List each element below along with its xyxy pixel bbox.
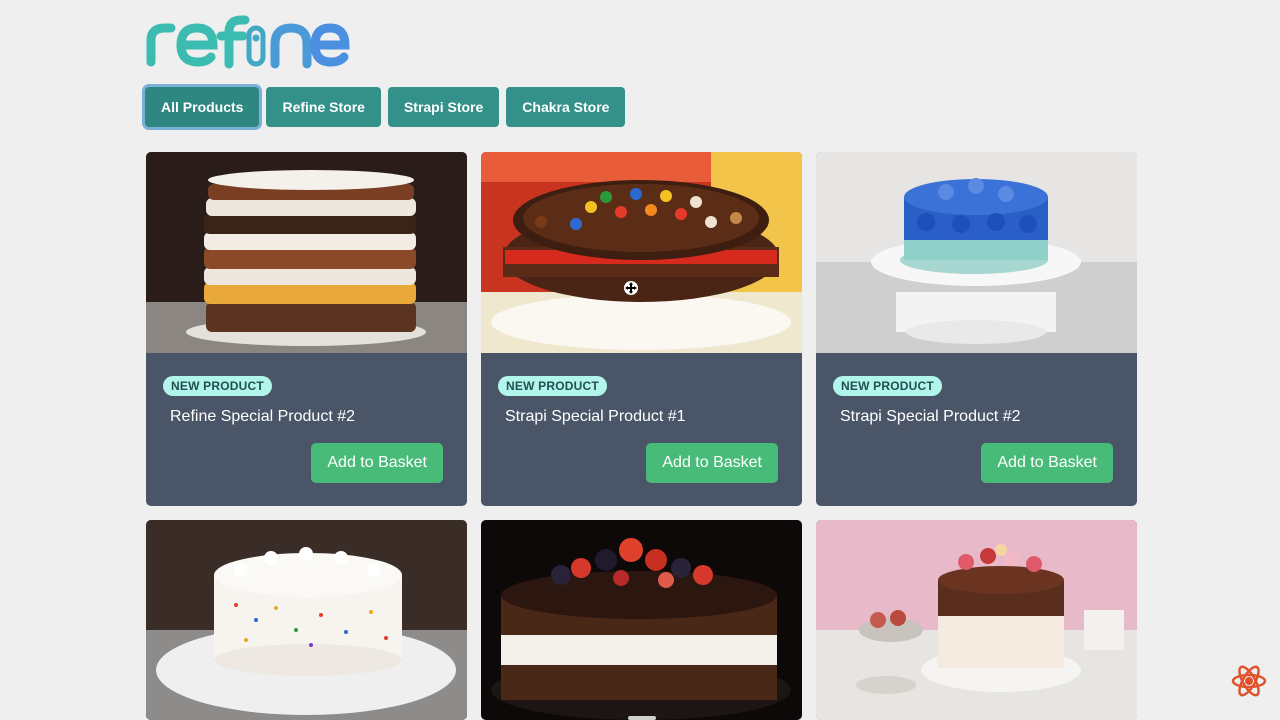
move-cursor-icon [623,280,639,301]
product-card-body: NEW PRODUCT Refine Special Product #2 Ad… [146,353,467,506]
product-card-body: NEW PRODUCT Strapi Special Product #2 Ad… [816,353,1137,506]
page: refine All Products Refine [0,0,1280,720]
product-image-pink-drip-cake[interactable] [816,520,1137,720]
add-to-basket-button[interactable]: Add to Basket [981,443,1113,483]
new-product-badge: NEW PRODUCT [498,376,607,396]
product-card [481,520,802,720]
product-card: NEW PRODUCT Strapi Special Product #1 Ad… [481,152,802,506]
new-product-badge: NEW PRODUCT [833,376,942,396]
tab-strapi-store[interactable]: Strapi Store [387,87,500,127]
refine-logo[interactable]: refine [145,12,350,70]
tab-refine-store[interactable]: Refine Store [266,87,381,127]
product-image-blue-rosette-cake[interactable] [816,152,1137,353]
product-image-berry-chocolate-cake[interactable] [481,520,802,720]
product-grid: NEW PRODUCT Refine Special Product #2 Ad… [146,152,1137,720]
react-devtools-icon[interactable] [1229,661,1269,706]
product-title: Strapi Special Product #2 [840,408,1021,425]
new-product-badge: NEW PRODUCT [163,376,272,396]
scrollbar-thumb[interactable] [628,716,656,720]
product-title: Strapi Special Product #1 [505,408,686,425]
product-card-body: NEW PRODUCT Strapi Special Product #1 Ad… [481,353,802,506]
product-card: NEW PRODUCT Refine Special Product #2 Ad… [146,152,467,506]
product-card [146,520,467,720]
tab-all-products[interactable]: All Products [145,87,260,127]
product-image-kitkat-cake[interactable] [481,152,802,353]
tab-chakra-store[interactable]: Chakra Store [506,87,626,127]
add-to-basket-button[interactable]: Add to Basket [311,443,443,483]
add-to-basket-button[interactable]: Add to Basket [646,443,778,483]
product-card [816,520,1137,720]
product-card: NEW PRODUCT Strapi Special Product #2 Ad… [816,152,1137,506]
product-image-sprinkle-cake[interactable] [146,520,467,720]
store-tabs: All Products Refine Store Strapi Store C… [145,87,626,127]
product-image-layered-cake[interactable] [146,152,467,353]
product-title: Refine Special Product #2 [170,408,355,425]
